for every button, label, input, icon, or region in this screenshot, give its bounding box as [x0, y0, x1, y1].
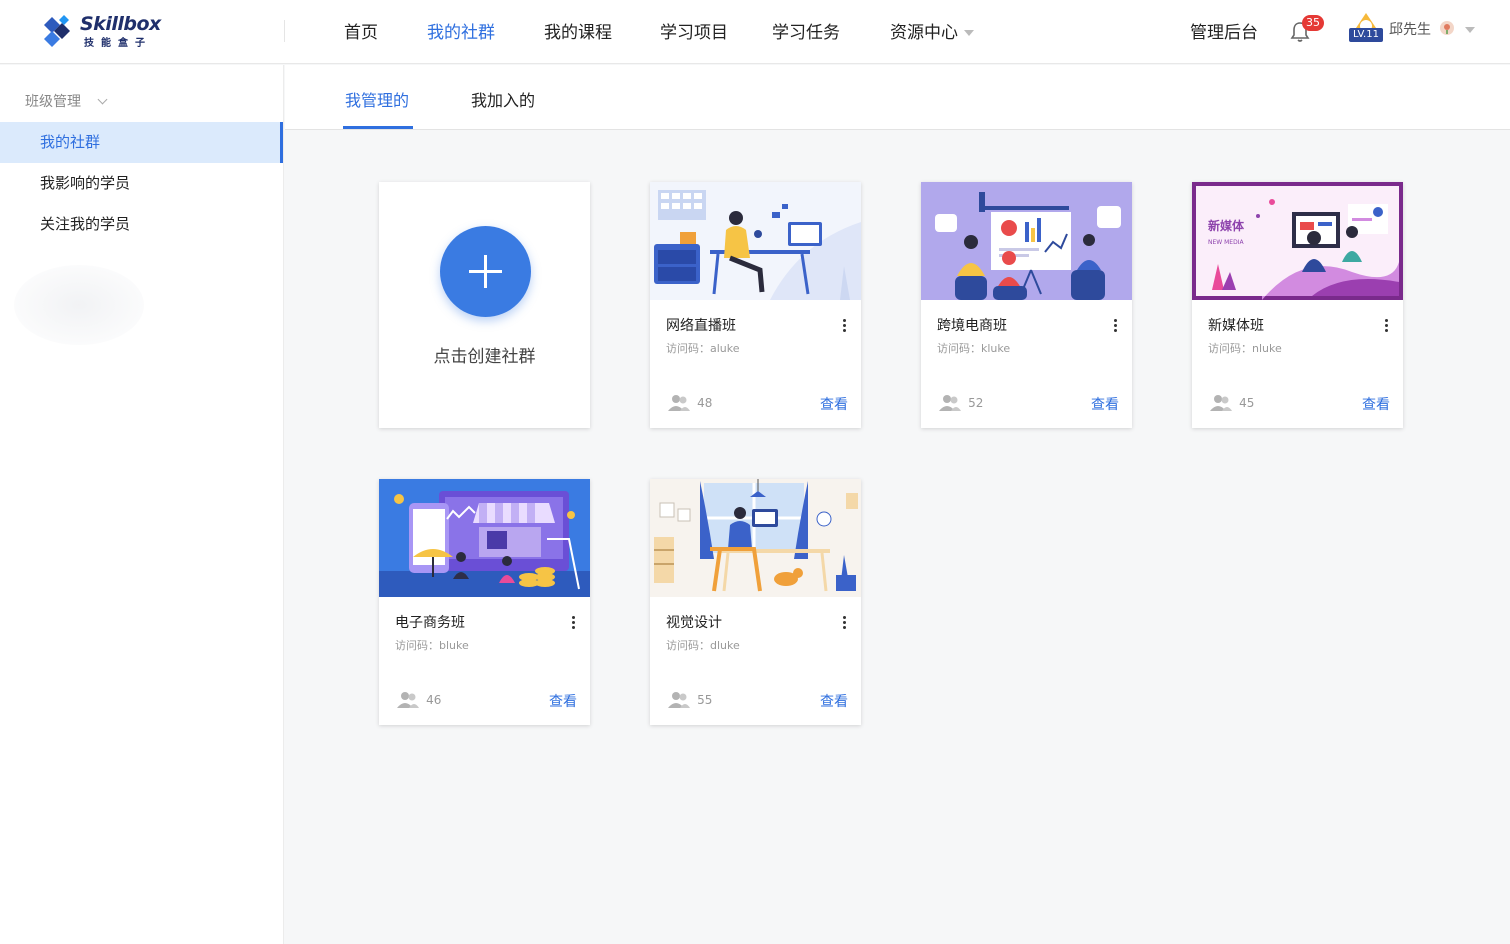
group-cover-image: [650, 479, 861, 597]
group-access-code: 访问码：nluke: [1208, 342, 1282, 355]
more-options-icon[interactable]: [839, 317, 851, 335]
member-count: 55: [668, 689, 712, 709]
group-cover-image: [650, 182, 861, 300]
nav-resource-center-label: 资源中心: [890, 23, 958, 43]
user-name[interactable]: 邱先生: [1389, 19, 1431, 39]
users-icon: [668, 691, 690, 708]
group-card[interactable]: 跨境电商班 访问码：kluke 52 查看: [921, 182, 1132, 428]
decorative-blur: [14, 265, 144, 345]
plus-icon[interactable]: [440, 226, 531, 317]
logo-mark-icon: [44, 15, 70, 47]
group-cover-image: [921, 182, 1132, 300]
cover-text-new-media-sub: NEW MEDIA: [1208, 239, 1244, 246]
user-menu-chevron-icon[interactable]: [1465, 27, 1475, 33]
chevron-down-icon: [97, 94, 108, 105]
nav-learning-projects[interactable]: 学习项目: [660, 18, 728, 43]
group-cover-image: 新媒体 NEW MEDIA: [1192, 182, 1403, 300]
member-count-value: 48: [697, 395, 713, 410]
chevron-down-icon: [964, 30, 974, 36]
users-icon: [1210, 394, 1232, 411]
member-count-value: 45: [1239, 395, 1255, 410]
users-icon: [939, 394, 961, 411]
more-options-icon[interactable]: [1110, 317, 1122, 335]
nav-divider: [284, 20, 285, 42]
users-icon: [668, 394, 690, 411]
more-options-icon[interactable]: [568, 614, 580, 632]
notification-badge: 35: [1302, 15, 1324, 31]
group-title[interactable]: 视觉设计: [666, 612, 722, 632]
group-access-code: 访问码：bluke: [395, 639, 469, 652]
group-access-code: 访问码：kluke: [937, 342, 1011, 355]
create-group-card[interactable]: 点击创建社群: [379, 182, 590, 428]
group-card[interactable]: 新媒体 NEW MEDIA 新媒体班 访问码：nluke 45 查看: [1192, 182, 1403, 428]
group-title[interactable]: 跨境电商班: [937, 315, 1007, 335]
sidebar-group-class-management[interactable]: 班级管理: [25, 91, 108, 111]
sidebar-group-label: 班级管理: [25, 94, 81, 110]
tab-managed[interactable]: 我管理的: [345, 87, 409, 111]
view-button[interactable]: 查看: [1362, 394, 1390, 414]
member-count: 46: [397, 689, 441, 709]
group-cover-image: [379, 479, 590, 597]
nav-home[interactable]: 首页: [344, 18, 378, 43]
nav-learning-tasks[interactable]: 学习任务: [772, 18, 840, 43]
more-options-icon[interactable]: [839, 614, 851, 632]
logo-subtitle: 技能盒子: [84, 38, 152, 49]
nav-my-courses[interactable]: 我的课程: [544, 18, 612, 43]
group-title[interactable]: 电子商务班: [395, 612, 465, 632]
skillbox-logo[interactable]: Skillbox 技能盒子: [42, 13, 164, 49]
member-count-value: 55: [697, 692, 713, 707]
group-title[interactable]: 新媒体班: [1208, 315, 1264, 335]
member-count: 48: [668, 392, 712, 412]
create-group-label: 点击创建社群: [433, 347, 536, 367]
sidebar: 班级管理 我的社群 我影响的学员 关注我的学员: [0, 65, 284, 944]
group-card[interactable]: 电子商务班 访问码：bluke 46 查看: [379, 479, 590, 725]
nav-my-groups[interactable]: 我的社群: [427, 18, 495, 43]
group-access-code: 访问码：aluke: [666, 342, 740, 355]
top-navbar: Skillbox 技能盒子 首页 我的社群 我的课程 学习项目 学习任务 资源中…: [0, 0, 1510, 64]
users-icon: [397, 691, 419, 708]
flower-icon: [1440, 21, 1454, 35]
user-level-badge: LV.11: [1349, 28, 1383, 42]
group-title[interactable]: 网络直播班: [666, 315, 736, 335]
view-button[interactable]: 查看: [820, 394, 848, 414]
more-options-icon[interactable]: [1381, 317, 1393, 335]
nav-resource-center[interactable]: 资源中心: [890, 18, 974, 43]
member-count-value: 46: [426, 692, 442, 707]
active-tab-indicator: [343, 126, 413, 129]
view-button[interactable]: 查看: [1091, 394, 1119, 414]
member-count-value: 52: [968, 395, 984, 410]
logo-wordmark: Skillbox: [80, 13, 161, 35]
tab-bar: 我管理的 我加入的: [285, 65, 1510, 130]
sidebar-item-influenced-students[interactable]: 我影响的学员: [0, 163, 283, 204]
group-access-code: 访问码：dluke: [666, 639, 740, 652]
group-card[interactable]: 网络直播班 访问码：aluke 48 查看: [650, 182, 861, 428]
admin-link[interactable]: 管理后台: [1190, 18, 1258, 43]
member-count: 45: [1210, 392, 1254, 412]
sidebar-item-following-students[interactable]: 关注我的学员: [0, 204, 283, 245]
view-button[interactable]: 查看: [820, 691, 848, 711]
view-button[interactable]: 查看: [549, 691, 577, 711]
tab-joined[interactable]: 我加入的: [471, 87, 535, 111]
sidebar-item-my-groups[interactable]: 我的社群: [0, 122, 283, 163]
group-card[interactable]: 视觉设计 访问码：dluke 55 查看: [650, 479, 861, 725]
member-count: 52: [939, 392, 983, 412]
cover-text-new-media: 新媒体: [1208, 218, 1245, 233]
